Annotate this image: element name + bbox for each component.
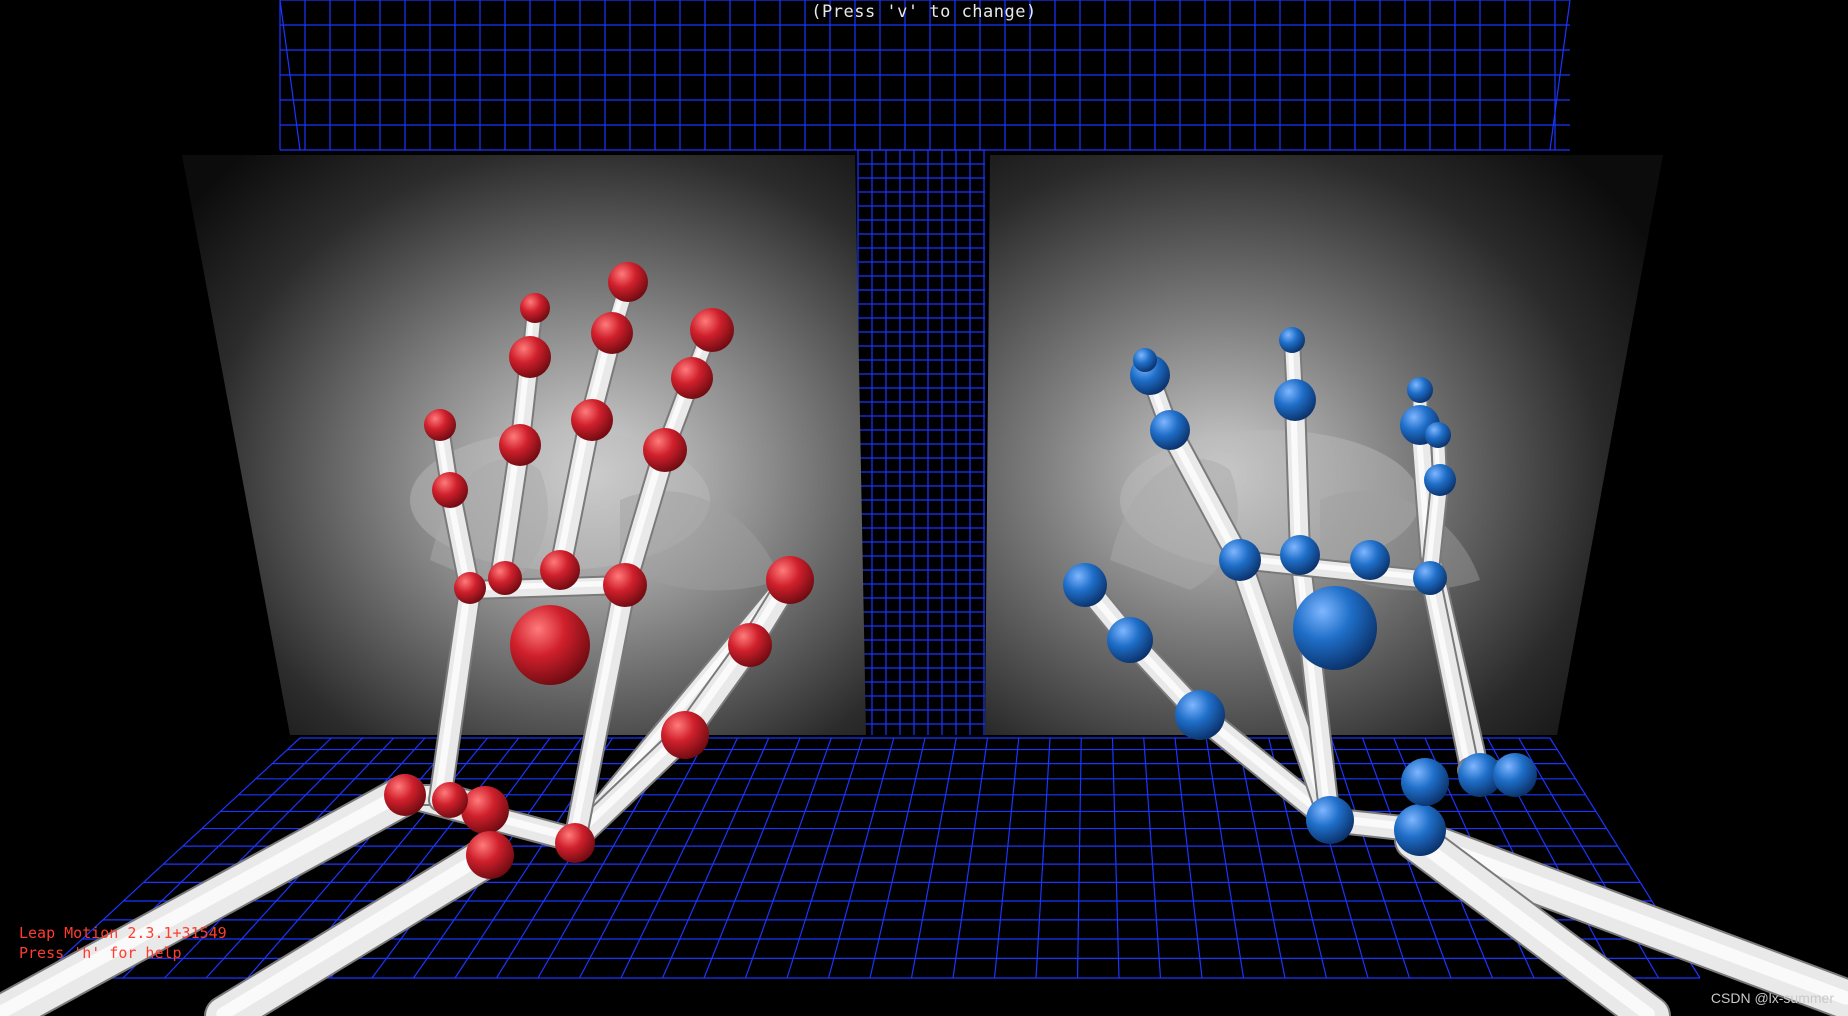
- leap-visualizer-viewport[interactable]: (Press 'v' to change) Leap Motion 2.3.1+…: [0, 0, 1848, 1016]
- 3d-scene[interactable]: [0, 0, 1848, 1016]
- help-hint: Press 'h' for help: [19, 944, 182, 962]
- watermark: CSDN @lx-summer: [1710, 990, 1834, 1006]
- view-change-hint: (Press 'v' to change): [811, 2, 1037, 22]
- version-label: Leap Motion 2.3.1+31549: [19, 924, 227, 942]
- status-overlay: Leap Motion 2.3.1+31549 Press 'h' for he…: [19, 923, 227, 963]
